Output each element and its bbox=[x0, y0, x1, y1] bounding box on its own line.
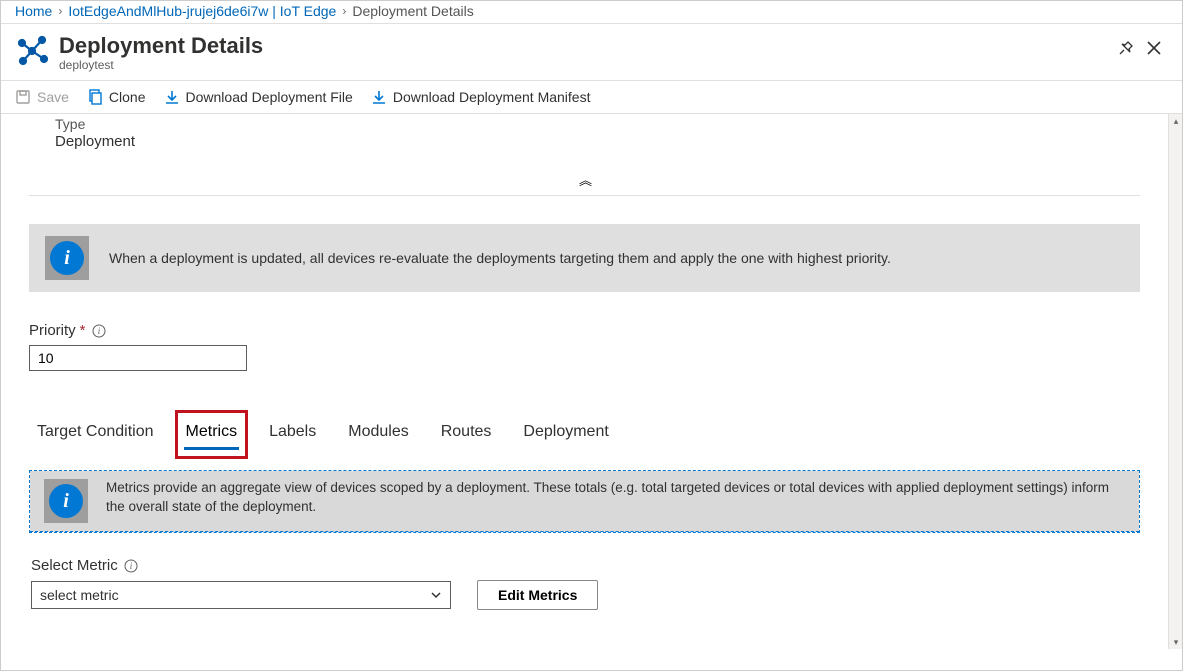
divider bbox=[29, 195, 1140, 196]
info-icon[interactable]: i bbox=[92, 324, 106, 338]
chevron-right-icon: › bbox=[58, 4, 62, 18]
save-button[interactable]: Save bbox=[15, 89, 69, 105]
info-icon: i bbox=[44, 479, 88, 523]
tab-routes[interactable]: Routes bbox=[439, 419, 494, 450]
scrollbar[interactable]: ▴ ▾ bbox=[1168, 114, 1182, 649]
svg-text:i: i bbox=[129, 561, 132, 571]
breadcrumb: Home › IotEdgeAndMlHub-jrujej6de6i7w | I… bbox=[1, 1, 1182, 24]
close-icon bbox=[1147, 41, 1161, 55]
required-indicator: * bbox=[80, 322, 86, 339]
chevron-right-icon: › bbox=[342, 4, 346, 18]
tab-metrics[interactable]: Metrics bbox=[184, 419, 240, 450]
breadcrumb-hub[interactable]: IotEdgeAndMlHub-jrujej6de6i7w | IoT Edge bbox=[68, 3, 336, 19]
info-icon[interactable]: i bbox=[124, 559, 138, 573]
collapse-toggle[interactable]: ︽ bbox=[29, 170, 1140, 189]
clone-button[interactable]: Clone bbox=[87, 89, 146, 105]
metrics-info-text: Metrics provide an aggregate view of dev… bbox=[106, 479, 1125, 517]
page-header: Deployment Details deploytest bbox=[1, 24, 1182, 81]
download-manifest-label: Download Deployment Manifest bbox=[393, 89, 591, 105]
priority-input[interactable] bbox=[29, 345, 247, 371]
breadcrumb-current: Deployment Details bbox=[352, 3, 473, 19]
priority-info-text: When a deployment is updated, all device… bbox=[109, 250, 891, 266]
deployment-icon bbox=[15, 34, 49, 68]
info-icon: i bbox=[45, 236, 89, 280]
clone-icon bbox=[87, 89, 103, 105]
priority-info-banner: i When a deployment is updated, all devi… bbox=[29, 224, 1140, 292]
page-title: Deployment Details bbox=[59, 34, 263, 58]
edit-metrics-button[interactable]: Edit Metrics bbox=[477, 580, 598, 610]
tab-bar: Target Condition Metrics Labels Modules … bbox=[29, 419, 1140, 450]
select-metric-dropdown[interactable]: select metric bbox=[31, 581, 451, 609]
type-label: Type bbox=[55, 116, 1140, 132]
page-subtitle: deploytest bbox=[59, 58, 263, 72]
select-metric-label: Select Metric i bbox=[31, 557, 1138, 574]
save-label: Save bbox=[37, 89, 69, 105]
download-deployment-manifest-button[interactable]: Download Deployment Manifest bbox=[371, 89, 591, 105]
tab-labels[interactable]: Labels bbox=[267, 419, 318, 450]
tab-modules[interactable]: Modules bbox=[346, 419, 410, 450]
clone-label: Clone bbox=[109, 89, 146, 105]
tab-deployment[interactable]: Deployment bbox=[521, 419, 610, 450]
download-icon bbox=[371, 89, 387, 105]
priority-label: Priority * i bbox=[29, 322, 1140, 339]
scroll-down-icon[interactable]: ▾ bbox=[1169, 635, 1182, 649]
toolbar: Save Clone Download Deployment File Down… bbox=[1, 81, 1182, 114]
content-panel: Sat Apr 11 2020 21:35:28 GMT-0700 (Pacif… bbox=[1, 114, 1168, 630]
download-icon bbox=[164, 89, 180, 105]
pin-button[interactable] bbox=[1112, 34, 1140, 62]
save-icon bbox=[15, 89, 31, 105]
close-button[interactable] bbox=[1140, 34, 1168, 62]
tab-target-condition[interactable]: Target Condition bbox=[35, 419, 156, 450]
metrics-panel: i Metrics provide an aggregate view of d… bbox=[29, 470, 1140, 533]
pin-icon bbox=[1118, 40, 1134, 56]
scroll-up-icon[interactable]: ▴ bbox=[1169, 114, 1182, 128]
type-value: Deployment bbox=[55, 133, 1140, 150]
download-file-label: Download Deployment File bbox=[186, 89, 353, 105]
select-metric-value: select metric bbox=[40, 587, 119, 603]
download-deployment-file-button[interactable]: Download Deployment File bbox=[164, 89, 353, 105]
chevron-down-icon bbox=[430, 589, 442, 601]
svg-text:i: i bbox=[97, 326, 100, 336]
breadcrumb-home[interactable]: Home bbox=[15, 3, 52, 19]
